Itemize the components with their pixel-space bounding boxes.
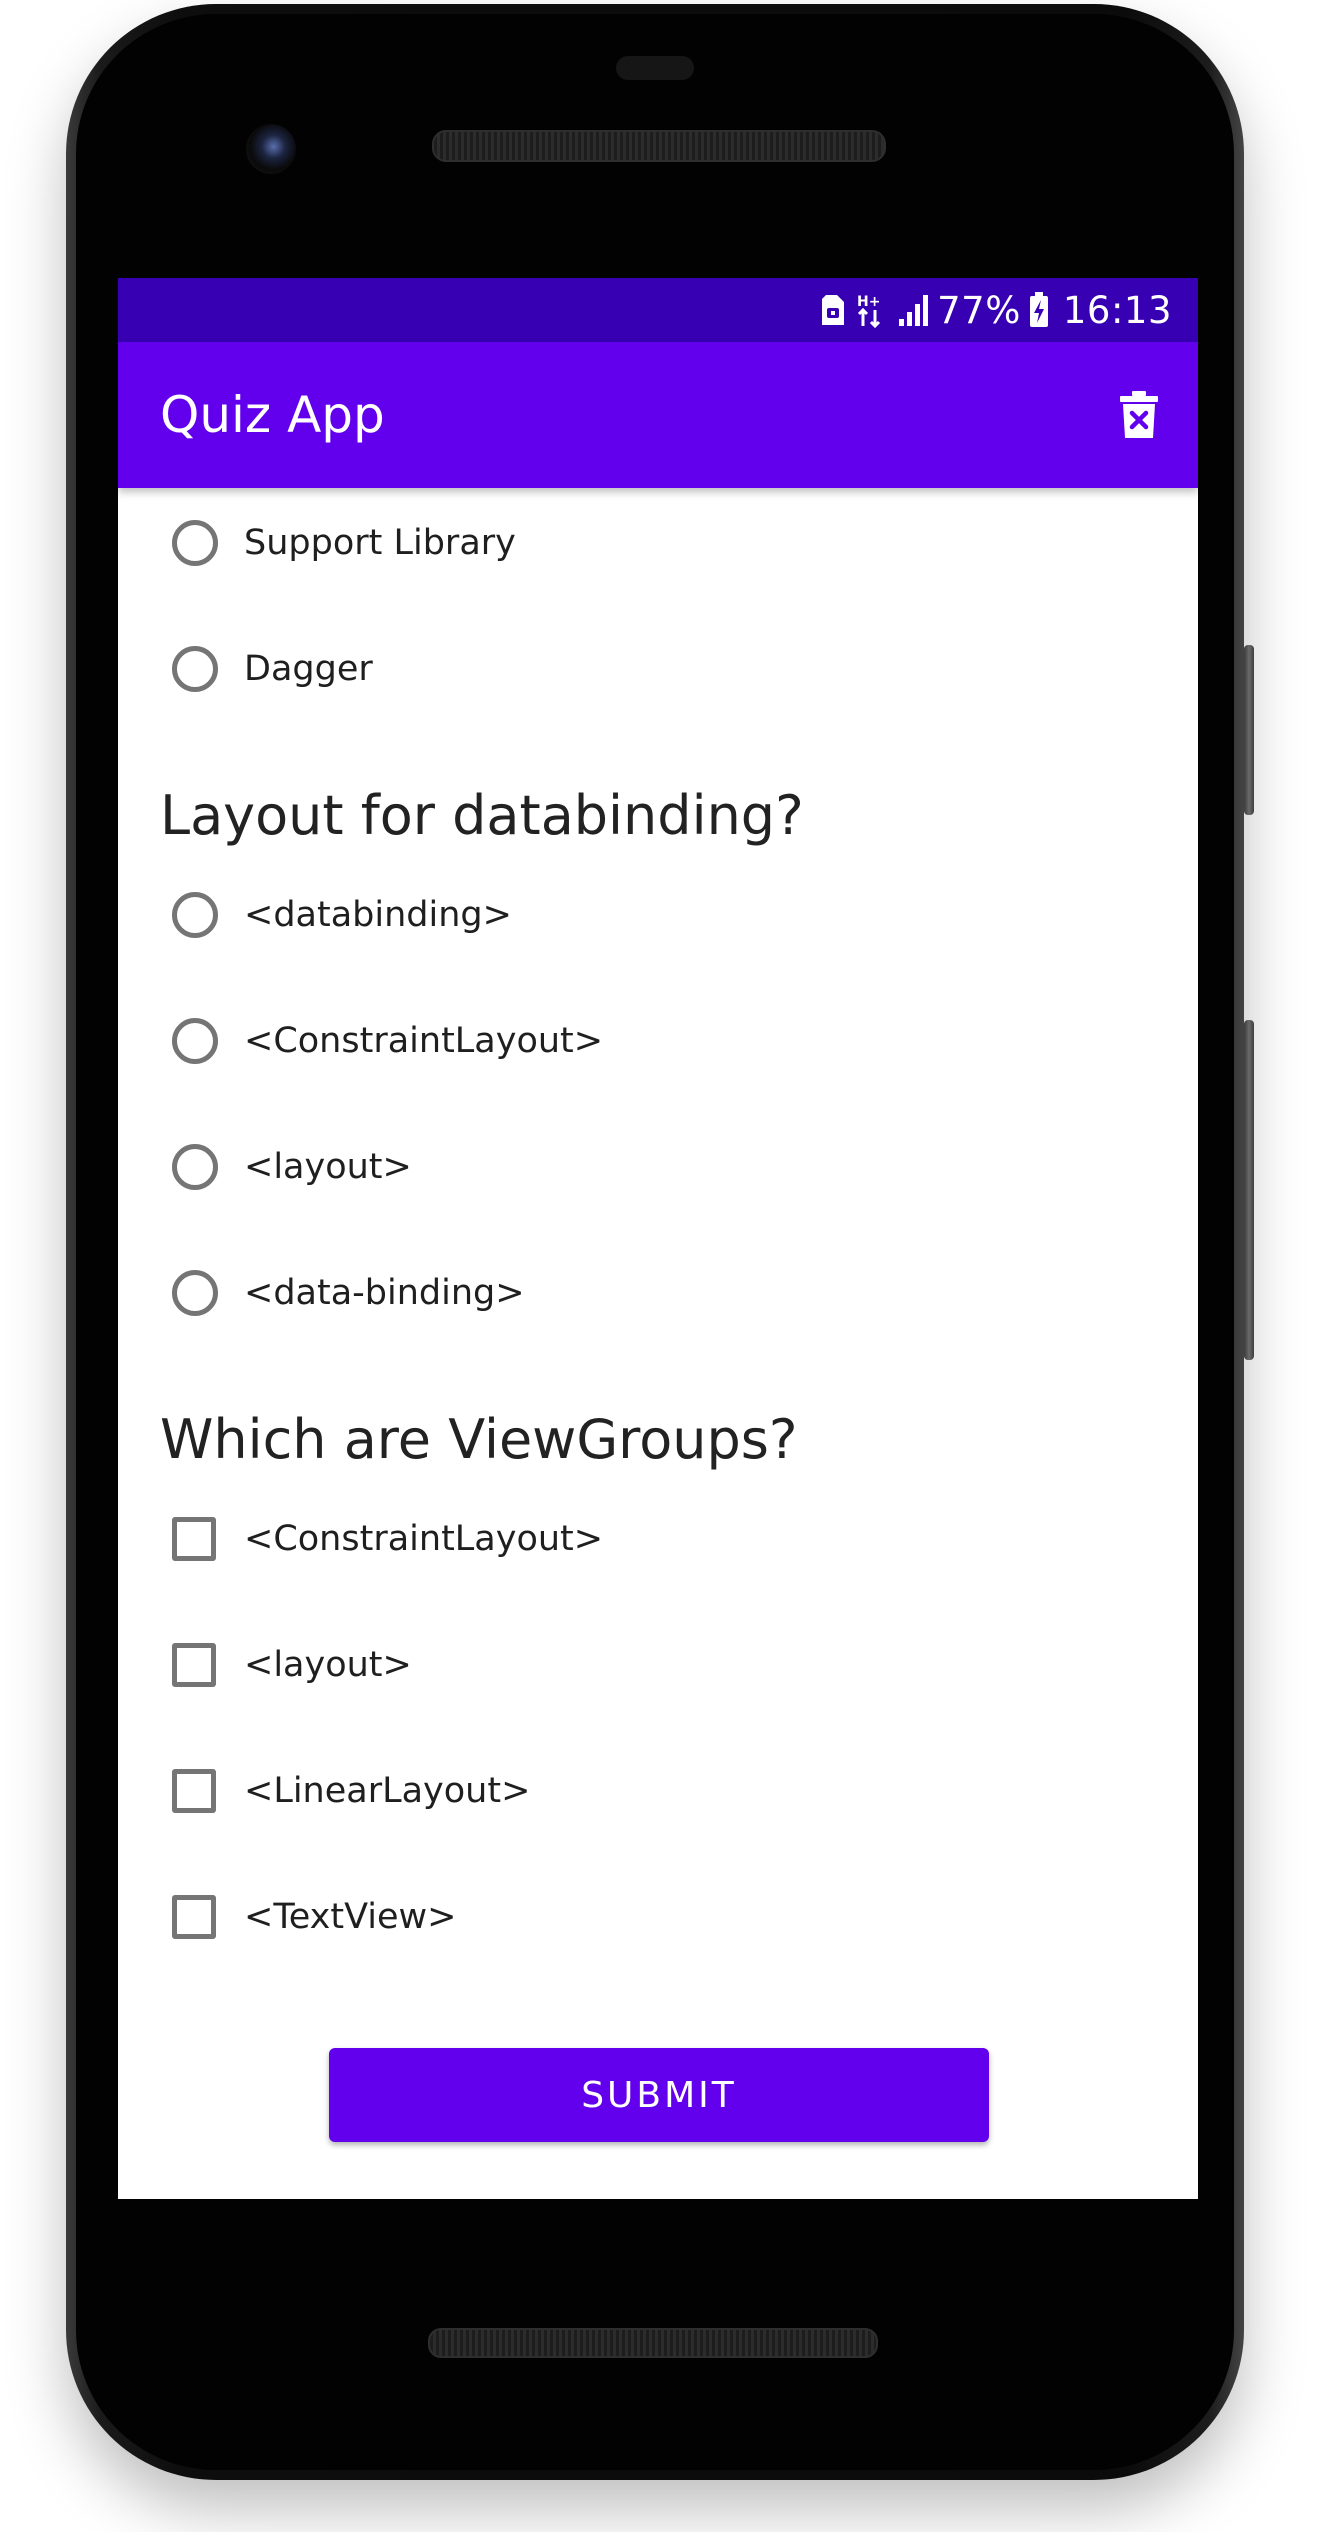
sim-icon <box>821 294 845 326</box>
delete-button[interactable] <box>1106 382 1172 448</box>
question-title: Layout for databinding? <box>160 784 804 847</box>
option-label: <ConstraintLayout> <box>244 1519 604 1559</box>
checkbox-option[interactable]: <TextView> <box>172 1887 457 1947</box>
radio-option[interactable]: <data-binding> <box>172 1263 525 1323</box>
battery-charging-icon <box>1029 292 1049 328</box>
app-bar: Quiz App <box>118 342 1198 488</box>
option-label: <data-binding> <box>244 1273 525 1313</box>
option-label: Dagger <box>244 649 373 689</box>
svg-text:H+: H+ <box>857 294 880 310</box>
sensor-slot <box>616 56 694 80</box>
radio-option[interactable]: <layout> <box>172 1137 412 1197</box>
submit-button[interactable]: SUBMIT <box>329 2048 989 2142</box>
option-label: <layout> <box>244 1645 412 1685</box>
option-label: Support Library <box>244 523 516 563</box>
front-camera-icon <box>246 124 296 174</box>
radio-option[interactable]: <databinding> <box>172 885 512 945</box>
checkbox[interactable] <box>172 1643 216 1687</box>
radio-button[interactable] <box>172 892 218 938</box>
app-title: Quiz App <box>160 386 385 444</box>
radio-option[interactable]: Dagger <box>172 639 373 699</box>
option-label: <TextView> <box>244 1897 457 1937</box>
app-screen: H+ 77% 16:13 Quiz App Support Library Da… <box>118 278 1198 2199</box>
radio-button[interactable] <box>172 646 218 692</box>
radio-option[interactable]: Support Library <box>172 513 516 573</box>
option-label: <ConstraintLayout> <box>244 1021 604 1061</box>
radio-button[interactable] <box>172 520 218 566</box>
checkbox-option[interactable]: <ConstraintLayout> <box>172 1509 603 1569</box>
option-label: <LinearLayout> <box>244 1771 531 1811</box>
option-label: <databinding> <box>244 895 512 935</box>
clock: 16:13 <box>1062 288 1172 332</box>
delete-icon <box>1120 391 1158 438</box>
power-button <box>1244 645 1254 815</box>
signal-icon <box>897 293 931 327</box>
radio-button[interactable] <box>172 1270 218 1316</box>
radio-button[interactable] <box>172 1018 218 1064</box>
battery-percent: 77% <box>937 288 1021 332</box>
device-stage: H+ 77% 16:13 Quiz App Support Library Da… <box>0 0 1330 2532</box>
volume-rocker <box>1244 1020 1254 1360</box>
checkbox[interactable] <box>172 1895 216 1939</box>
status-bar: H+ 77% 16:13 <box>118 278 1198 342</box>
network-hplus-icon: H+ <box>857 292 885 328</box>
checkbox[interactable] <box>172 1769 216 1813</box>
question-title: Which are ViewGroups? <box>160 1408 798 1471</box>
option-label: <layout> <box>244 1147 412 1187</box>
checkbox-option[interactable]: <layout> <box>172 1635 412 1695</box>
checkbox-option[interactable]: <LinearLayout> <box>172 1761 530 1821</box>
checkbox[interactable] <box>172 1517 216 1561</box>
bottom-speaker-grille <box>428 2328 878 2358</box>
radio-button[interactable] <box>172 1144 218 1190</box>
radio-option[interactable]: <ConstraintLayout> <box>172 1011 603 1071</box>
quiz-scroll-content[interactable]: Support Library Dagger Layout for databi… <box>118 488 1198 2199</box>
top-speaker-grille <box>432 130 886 162</box>
